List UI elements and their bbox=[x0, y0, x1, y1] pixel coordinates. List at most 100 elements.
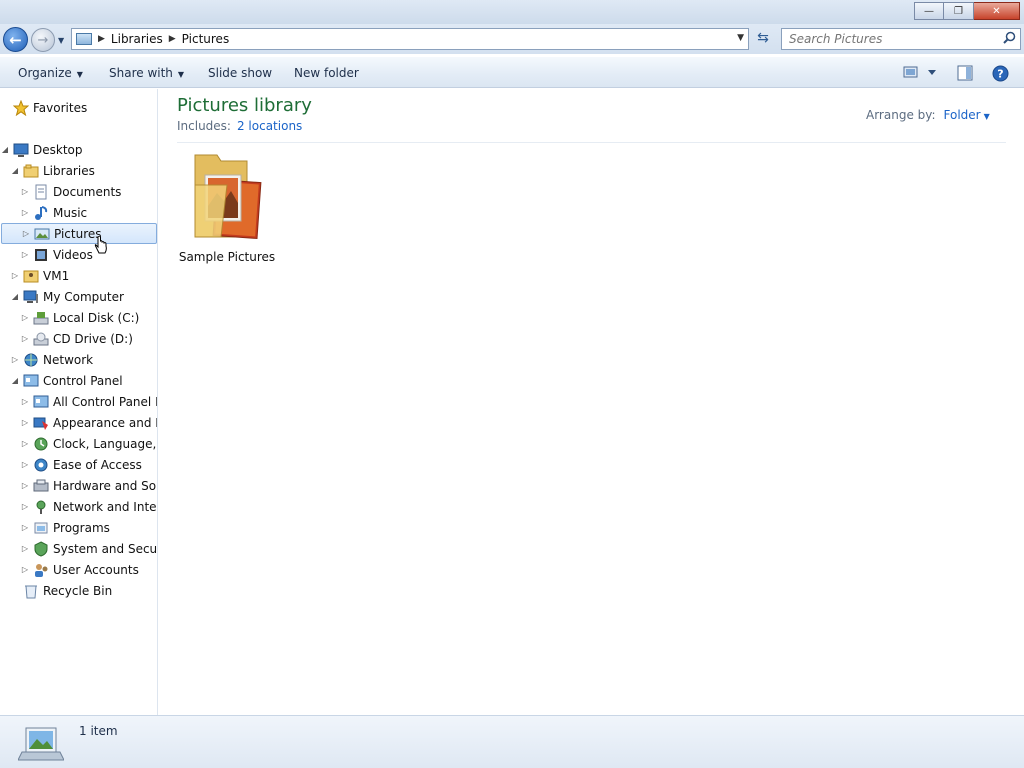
programs-icon bbox=[34, 522, 48, 533]
slide-show-button[interactable]: Slide show bbox=[208, 66, 272, 80]
nav-item-system-security[interactable]: ▷ System and Security bbox=[0, 538, 157, 559]
expand-arrow-icon[interactable]: ▷ bbox=[20, 502, 30, 511]
expand-arrow-icon[interactable]: ▷ bbox=[10, 271, 20, 280]
nav-item-appearance[interactable]: ▷ Appearance and Personalization bbox=[0, 412, 157, 433]
recycle-bin-icon bbox=[25, 585, 37, 598]
nav-item-label: Ease of Access bbox=[53, 457, 142, 472]
expand-arrow-icon[interactable]: ▷ bbox=[20, 565, 30, 574]
expand-arrow-icon[interactable]: ▷ bbox=[20, 334, 30, 343]
locations-link[interactable]: 2 locations bbox=[237, 119, 302, 133]
expand-arrow-icon[interactable]: ▷ bbox=[20, 418, 30, 427]
change-view-icon[interactable] bbox=[903, 65, 939, 79]
arrange-by-label: Arrange by: bbox=[866, 108, 936, 122]
navigation-pane: Favorites ◢ Desktop ◢ Libraries ▷ Docume… bbox=[0, 89, 158, 715]
nav-item-user-accounts[interactable]: ▷ User Accounts bbox=[0, 559, 157, 580]
nav-item-programs[interactable]: ▷ Programs bbox=[0, 517, 157, 538]
arrange-by-dropdown[interactable]: Folder ▼ bbox=[944, 108, 990, 122]
refresh-button[interactable]: ⇆ bbox=[753, 30, 773, 48]
nav-item-control-panel[interactable]: ◢ Control Panel bbox=[0, 370, 157, 391]
nav-item-clock-language[interactable]: ▷ Clock, Language, and Region bbox=[0, 433, 157, 454]
nav-item-music[interactable]: ▷ Music bbox=[0, 202, 157, 223]
arrange-by-control: Arrange by: Folder ▼ bbox=[866, 108, 990, 122]
back-button[interactable]: ← bbox=[3, 27, 28, 52]
share-with-label: Share with bbox=[109, 66, 173, 80]
pictures-icon bbox=[34, 228, 50, 239]
status-bar: 1 item bbox=[0, 715, 1024, 768]
nav-item-all-control-panel-items[interactable]: ▷ All Control Panel Items bbox=[0, 391, 157, 412]
nav-item-hardware-sound[interactable]: ▷ Hardware and Sound bbox=[0, 475, 157, 496]
nav-item-network-internet[interactable]: ▷ Network and Internet bbox=[0, 496, 157, 517]
nav-item-ease-of-access[interactable]: ▷ Ease of Access bbox=[0, 454, 157, 475]
arrange-by-value: Folder bbox=[943, 108, 981, 122]
cd-drive-icon bbox=[33, 332, 49, 345]
nav-item-libraries[interactable]: ◢ Libraries bbox=[0, 160, 157, 181]
expand-arrow-icon[interactable]: ▷ bbox=[20, 250, 30, 259]
breadcrumb-separator-icon[interactable]: ▶ bbox=[169, 34, 176, 44]
nav-item-label: My Computer bbox=[43, 289, 124, 304]
nav-item-local-disk[interactable]: ▷ Local Disk (C:) bbox=[0, 307, 157, 328]
nav-item-network[interactable]: ▷ Network bbox=[0, 349, 157, 370]
search-input[interactable] bbox=[789, 29, 989, 49]
expand-arrow-icon[interactable]: ▷ bbox=[20, 544, 30, 553]
expand-arrow-icon[interactable]: ▷ bbox=[20, 523, 30, 532]
expand-arrow-icon[interactable]: ▷ bbox=[20, 187, 30, 196]
nav-item-videos[interactable]: ▷ Videos bbox=[0, 244, 157, 265]
expand-arrow-icon[interactable]: ▷ bbox=[20, 313, 30, 322]
forward-button[interactable]: → bbox=[31, 28, 55, 52]
nav-item-label: Control Panel bbox=[43, 373, 123, 388]
nav-item-pictures[interactable]: ▷ Pictures bbox=[1, 223, 157, 244]
share-with-menu[interactable]: Share with ▼ bbox=[109, 66, 184, 80]
search-box[interactable] bbox=[781, 28, 1021, 50]
nav-item-desktop[interactable]: ◢ Desktop bbox=[0, 139, 157, 160]
command-bar: Organize ▼ Share with ▼ Slide show New fol… bbox=[0, 56, 1024, 88]
expand-arrow-icon[interactable]: ▷ bbox=[20, 481, 30, 490]
nav-item-favorites[interactable]: Favorites bbox=[0, 97, 157, 118]
expand-arrow-icon[interactable]: ▷ bbox=[10, 355, 20, 364]
address-row: ← → ▼ ▶ Libraries ▶ Pictures ▼ ⇆ bbox=[0, 24, 1024, 54]
folder-item-label: Sample Pictures bbox=[178, 250, 276, 264]
user-accounts-icon bbox=[35, 563, 48, 577]
nav-item-label: System and Security bbox=[53, 541, 157, 556]
nav-item-recycle-bin[interactable]: Recycle Bin bbox=[0, 580, 157, 601]
expand-arrow-icon[interactable]: ▷ bbox=[20, 397, 30, 406]
collapse-arrow-icon[interactable]: ◢ bbox=[0, 145, 10, 154]
expand-arrow-icon[interactable]: ▷ bbox=[20, 460, 30, 469]
includes-label: Includes: bbox=[177, 119, 231, 133]
collapse-arrow-icon[interactable]: ◢ bbox=[10, 376, 20, 385]
star-icon bbox=[13, 99, 29, 116]
address-history-dropdown[interactable]: ▼ bbox=[737, 33, 744, 43]
nav-item-label: Documents bbox=[53, 184, 122, 199]
preview-pane-icon[interactable] bbox=[957, 65, 973, 81]
libraries-icon bbox=[23, 164, 39, 177]
network-icon bbox=[24, 353, 38, 366]
folder-item-sample-pictures[interactable]: Sample Pictures bbox=[177, 151, 277, 264]
new-folder-button[interactable]: New folder bbox=[294, 66, 359, 80]
organize-menu[interactable]: Organize ▼ bbox=[18, 66, 83, 80]
expand-arrow-icon[interactable]: ▷ bbox=[21, 229, 31, 238]
pictures-library-icon bbox=[76, 33, 92, 45]
nav-item-my-computer[interactable]: ◢ My Computer bbox=[0, 286, 157, 307]
breadcrumb-pictures[interactable]: Pictures bbox=[182, 32, 230, 46]
minimize-button[interactable]: — bbox=[914, 2, 944, 20]
close-button[interactable]: ✕ bbox=[974, 2, 1020, 20]
restore-button[interactable]: ❐ bbox=[944, 2, 974, 20]
breadcrumb-separator-icon[interactable]: ▶ bbox=[98, 34, 105, 44]
nav-item-documents[interactable]: ▷ Documents bbox=[0, 181, 157, 202]
user-folder-icon bbox=[23, 270, 39, 282]
nav-item-cd-drive[interactable]: ▷ CD Drive (D:) bbox=[0, 328, 157, 349]
search-icon[interactable] bbox=[1003, 31, 1016, 44]
help-icon[interactable]: ? bbox=[992, 65, 1009, 82]
nav-item-vm1[interactable]: ▷ VM1 bbox=[0, 265, 157, 286]
videos-icon bbox=[35, 248, 47, 261]
control-panel-icon bbox=[23, 374, 39, 386]
address-bar[interactable]: ▶ Libraries ▶ Pictures ▼ bbox=[71, 28, 749, 50]
expand-arrow-icon[interactable]: ▷ bbox=[20, 208, 30, 217]
page-title: Pictures library bbox=[177, 95, 312, 116]
collapse-arrow-icon[interactable]: ◢ bbox=[10, 292, 20, 301]
control-panel-icon bbox=[33, 395, 49, 407]
recent-pages-dropdown[interactable]: ▼ bbox=[58, 36, 64, 45]
collapse-arrow-icon[interactable]: ◢ bbox=[10, 166, 20, 175]
pictures-library-large-icon bbox=[18, 727, 64, 761]
expand-arrow-icon[interactable]: ▷ bbox=[20, 439, 30, 448]
breadcrumb-libraries[interactable]: Libraries bbox=[111, 32, 163, 46]
